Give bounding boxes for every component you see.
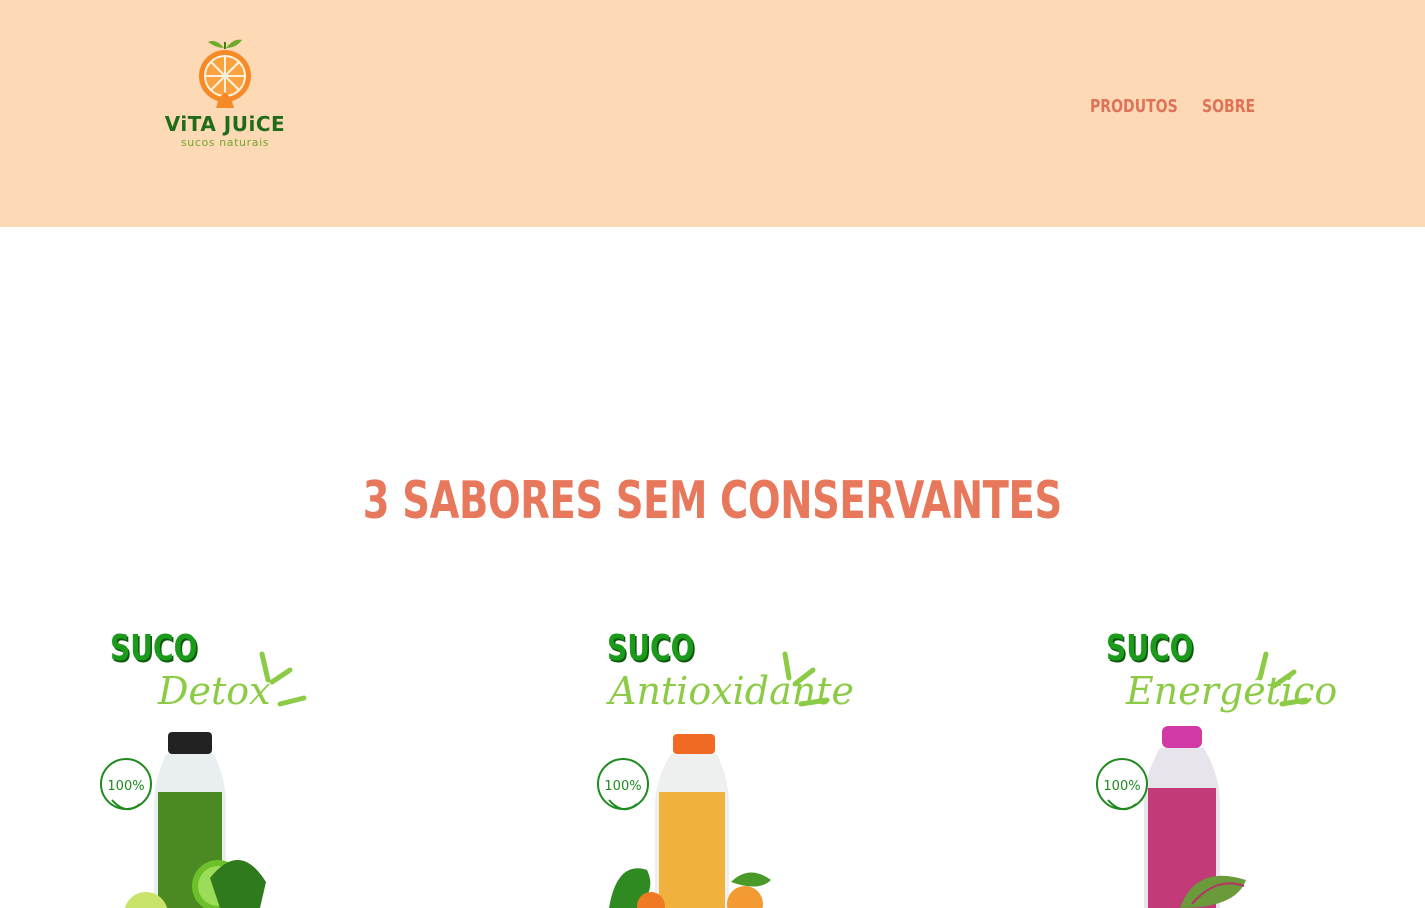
section-title-text: 3 SABORES SEM CONSERVANTES (363, 470, 1062, 531)
bottle-cap (1162, 726, 1202, 748)
badge-100-percent: 100% (1103, 779, 1140, 794)
badge-100-percent: 100% (107, 779, 144, 794)
bottle-cap (673, 734, 715, 754)
bottle-cap (168, 732, 212, 754)
brand-logo[interactable]: ViTA JUiCE sucos naturais (150, 36, 300, 156)
product-flavor: Antioxidante (609, 669, 855, 713)
product-card-antioxidante[interactable]: 100% SUCO Antioxidante (597, 620, 857, 908)
site-header: ViTA JUiCE sucos naturais PRODUTOS SOBRE (0, 0, 1425, 227)
badge-100-percent: 100% (604, 779, 641, 794)
product-card-detox[interactable]: 100% SUCO Detox (100, 620, 360, 908)
orange-tree-icon (199, 39, 251, 108)
nav-item-sobre[interactable]: SOBRE (1202, 92, 1255, 122)
brand-tagline: sucos naturais (180, 136, 270, 149)
section-title: 3 SABORES SEM CONSERVANTES (0, 463, 1425, 539)
product-card-energetico[interactable]: 100% SUCO Energético (1096, 620, 1356, 908)
product-flavor: Energético (1126, 669, 1338, 713)
main-nav: PRODUTOS SOBRE (1090, 92, 1257, 122)
product-flavor: Detox (158, 669, 271, 713)
nav-item-produtos[interactable]: PRODUTOS (1090, 92, 1178, 122)
juice-fill (659, 792, 725, 908)
brand-name: ViTA JUiCE (164, 112, 286, 136)
